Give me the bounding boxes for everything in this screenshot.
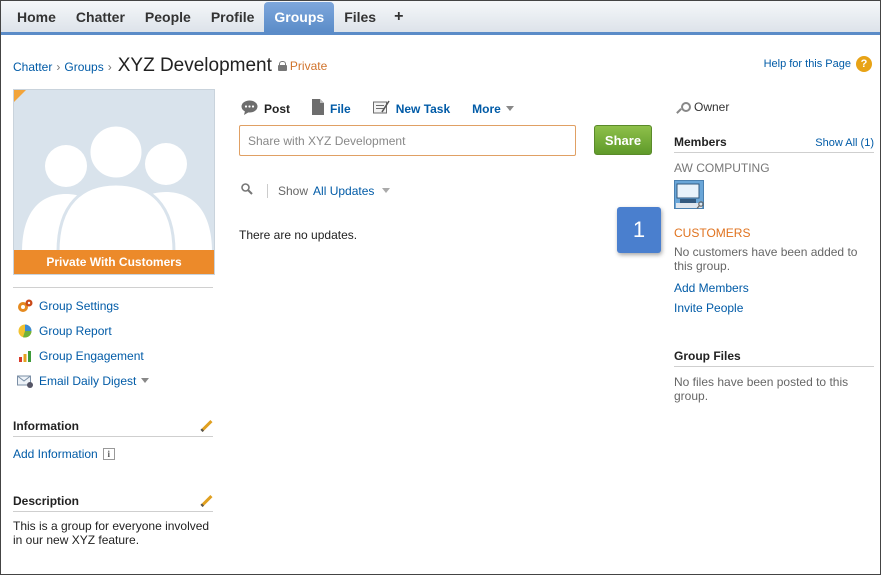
- privacy-label: Private: [289, 59, 328, 73]
- publisher-more-label: More: [472, 101, 501, 116]
- customers-empty-message: No customers have been added to this gro…: [674, 245, 858, 273]
- tab-files[interactable]: Files: [334, 2, 386, 32]
- help-icon: ?: [856, 56, 872, 72]
- feed-filter: Show All Updates: [241, 183, 391, 198]
- email-icon: [17, 374, 33, 388]
- group-report-label: Group Report: [39, 323, 112, 338]
- tab-home[interactable]: Home: [7, 2, 66, 32]
- group-settings-link[interactable]: Group Settings: [17, 293, 149, 318]
- key-icon: [677, 101, 691, 113]
- publisher-tab-post[interactable]: Post: [241, 100, 290, 118]
- group-people-icon: [22, 123, 212, 252]
- publisher-more-dropdown[interactable]: More: [472, 102, 514, 116]
- add-information-link[interactable]: Add Information i: [13, 447, 115, 461]
- email-daily-digest-dropdown[interactable]: Email Daily Digest: [17, 368, 150, 393]
- member-company-label: AW COMPUTING: [674, 161, 770, 175]
- help-link-label: Help for this Page: [763, 58, 851, 70]
- share-post-input[interactable]: [239, 125, 576, 156]
- members-title: Members: [674, 135, 727, 149]
- help-link[interactable]: Help for this Page ?: [764, 56, 872, 72]
- feed-empty-message: There are no updates.: [239, 228, 358, 242]
- page-title: XYZ Development: [117, 55, 272, 76]
- publisher-tab-file[interactable]: File: [312, 99, 351, 118]
- share-button[interactable]: Share: [594, 125, 652, 155]
- publisher-tab-post-label: Post: [264, 101, 291, 116]
- breadcrumb-separator: ›: [56, 60, 61, 74]
- edit-pencil-icon[interactable]: [201, 420, 213, 432]
- publisher-tab-new-task[interactable]: New Task: [372, 100, 451, 117]
- group-engagement-label: Group Engagement: [39, 348, 144, 363]
- app-window: Home Chatter People Profile Groups Files…: [0, 0, 881, 575]
- invite-people-link[interactable]: Invite People: [674, 301, 743, 315]
- group-files-header: Group Files: [674, 349, 874, 367]
- breadcrumb: Chatter › Groups › XYZ Development Priva…: [13, 55, 327, 77]
- group-files-empty-message: No files have been posted to this group.: [674, 375, 849, 403]
- tab-groups[interactable]: Groups: [264, 2, 335, 32]
- info-icon[interactable]: i: [102, 448, 115, 460]
- show-all-members-link[interactable]: Show All (1): [815, 137, 874, 149]
- tab-profile[interactable]: Profile: [201, 2, 265, 32]
- bar-chart-icon: [17, 349, 33, 363]
- side-divider: [13, 287, 213, 288]
- chevron-down-icon: [141, 378, 150, 383]
- add-information-label: Add Information: [13, 447, 98, 461]
- photo-corner-marker: [14, 90, 26, 102]
- group-report-link[interactable]: Group Report: [17, 318, 149, 343]
- speech-bubble-icon: [241, 100, 258, 118]
- email-digest-label: Email Daily Digest: [39, 373, 137, 388]
- group-photo[interactable]: Private With Customers: [13, 89, 215, 275]
- report-chart-icon: [17, 324, 33, 338]
- file-icon: [312, 99, 325, 118]
- add-members-link[interactable]: Add Members: [674, 281, 749, 295]
- description-text: This is a group for everyone involved in…: [13, 519, 210, 547]
- chevron-down-icon[interactable]: [382, 188, 391, 193]
- privacy-status: Private: [277, 59, 328, 73]
- filter-divider: [267, 183, 268, 198]
- description-section-header: Description: [13, 494, 213, 512]
- task-notepad-icon: [372, 100, 390, 117]
- settings-gear-icon: [17, 299, 33, 313]
- tab-people[interactable]: People: [135, 2, 201, 32]
- members-section-header: Members Show All (1): [674, 135, 874, 153]
- owner-label: Owner: [694, 100, 730, 114]
- breadcrumb-groups-link[interactable]: Groups: [64, 60, 103, 74]
- avatar[interactable]: [674, 180, 704, 210]
- publisher-tabs: Post File New Task More: [241, 99, 536, 118]
- tab-chatter[interactable]: Chatter: [66, 2, 135, 32]
- search-icon[interactable]: [241, 183, 253, 198]
- top-nav: Home Chatter People Profile Groups Files…: [1, 1, 880, 35]
- chevron-down-icon: [505, 106, 514, 111]
- step-number-badge: 1: [617, 207, 661, 253]
- add-tab-button[interactable]: +: [386, 2, 411, 32]
- group-actions: Group Settings Group Report Group Engage…: [17, 293, 150, 393]
- group-settings-label: Group Settings: [39, 298, 120, 313]
- lock-icon: [277, 61, 287, 71]
- group-privacy-banner: Private With Customers: [14, 250, 214, 274]
- publisher-tab-new-task-label: New Task: [395, 101, 451, 116]
- customers-label: CUSTOMERS: [674, 226, 751, 240]
- information-title: Information: [13, 419, 79, 433]
- feed-filter-dropdown[interactable]: All Updates: [313, 184, 374, 198]
- breadcrumb-separator: ›: [107, 60, 112, 74]
- description-title: Description: [13, 494, 80, 508]
- group-engagement-link[interactable]: Group Engagement: [17, 343, 149, 368]
- owner-role: Owner: [677, 100, 729, 114]
- breadcrumb-chatter-link[interactable]: Chatter: [13, 60, 52, 74]
- information-section-header: Information: [13, 419, 213, 437]
- show-label: Show: [278, 183, 309, 198]
- publisher-tab-file-label: File: [330, 101, 351, 116]
- edit-pencil-icon[interactable]: [201, 495, 213, 507]
